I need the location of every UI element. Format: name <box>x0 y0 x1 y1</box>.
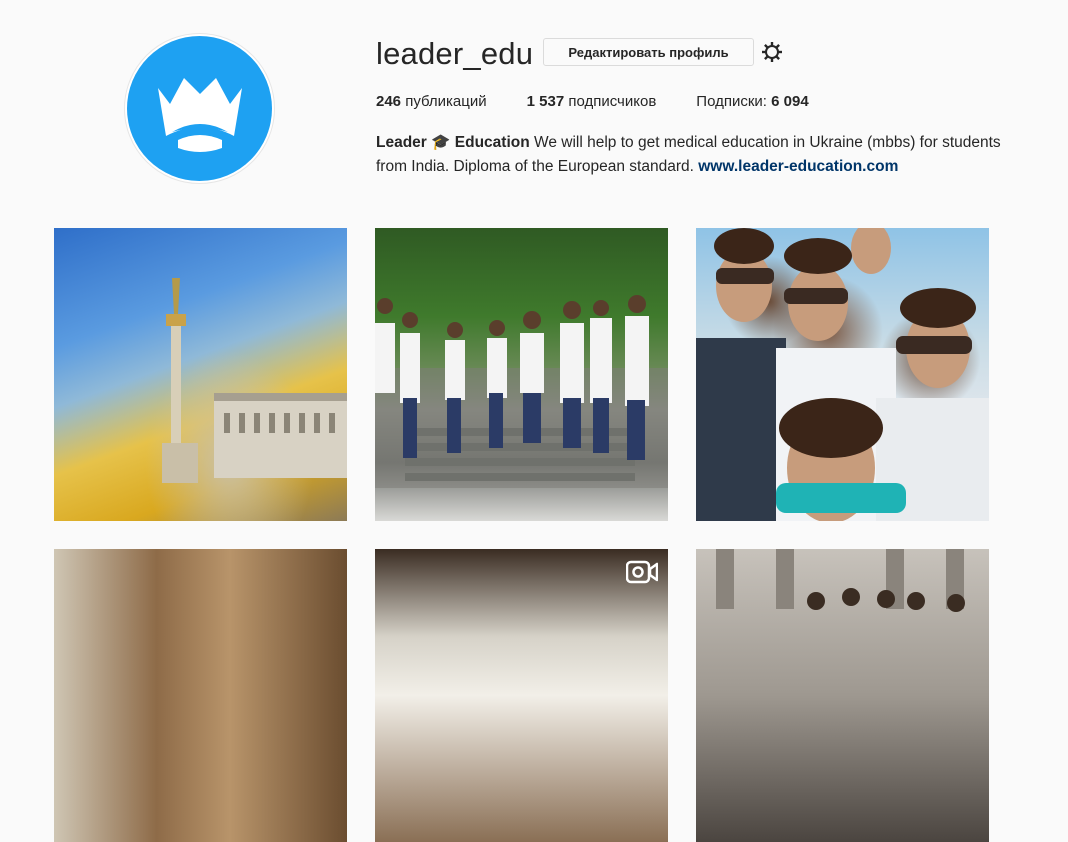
post-image <box>375 295 668 488</box>
posts-label: публикаций <box>401 93 487 110</box>
profile-stats: 246 публикаций 1 537 подписчиков Подписк… <box>376 92 809 112</box>
graduation-cap-emoji: 🎓 <box>431 134 451 151</box>
following-label: Подписки: <box>696 93 772 110</box>
post-tile[interactable] <box>375 228 668 521</box>
post-tile[interactable] <box>54 549 347 842</box>
post-tile[interactable] <box>375 549 668 842</box>
post-tile[interactable] <box>696 549 989 842</box>
following-count: 6 094 <box>771 93 809 110</box>
bio-website-link[interactable]: www.leader-education.com <box>698 158 898 175</box>
crown-logo-icon <box>127 36 272 181</box>
followers-count: 1 537 <box>526 93 565 110</box>
edit-profile-button[interactable]: Редактировать профиль <box>543 38 754 66</box>
post-image <box>716 549 965 612</box>
bio-name-part2: Education <box>454 134 530 151</box>
post-tile[interactable] <box>54 228 347 521</box>
video-icon <box>626 559 658 585</box>
following-stat[interactable]: Подписки: 6 094 <box>696 92 808 112</box>
followers-label: подписчиков <box>564 93 657 110</box>
posts-stat: 246 публикаций <box>376 92 487 112</box>
profile-bio: Leader 🎓 Education We will help to get m… <box>376 131 1016 179</box>
posts-count: 246 <box>376 93 402 110</box>
post-tile[interactable] <box>696 228 989 521</box>
profile-username: leader_edu <box>376 36 534 71</box>
profile-avatar[interactable] <box>124 33 275 184</box>
post-image <box>696 228 989 521</box>
bio-name-part1: Leader <box>376 134 427 151</box>
post-image <box>162 278 347 483</box>
followers-stat[interactable]: 1 537 подписчиков <box>527 92 657 112</box>
gear-icon[interactable] <box>760 40 784 64</box>
